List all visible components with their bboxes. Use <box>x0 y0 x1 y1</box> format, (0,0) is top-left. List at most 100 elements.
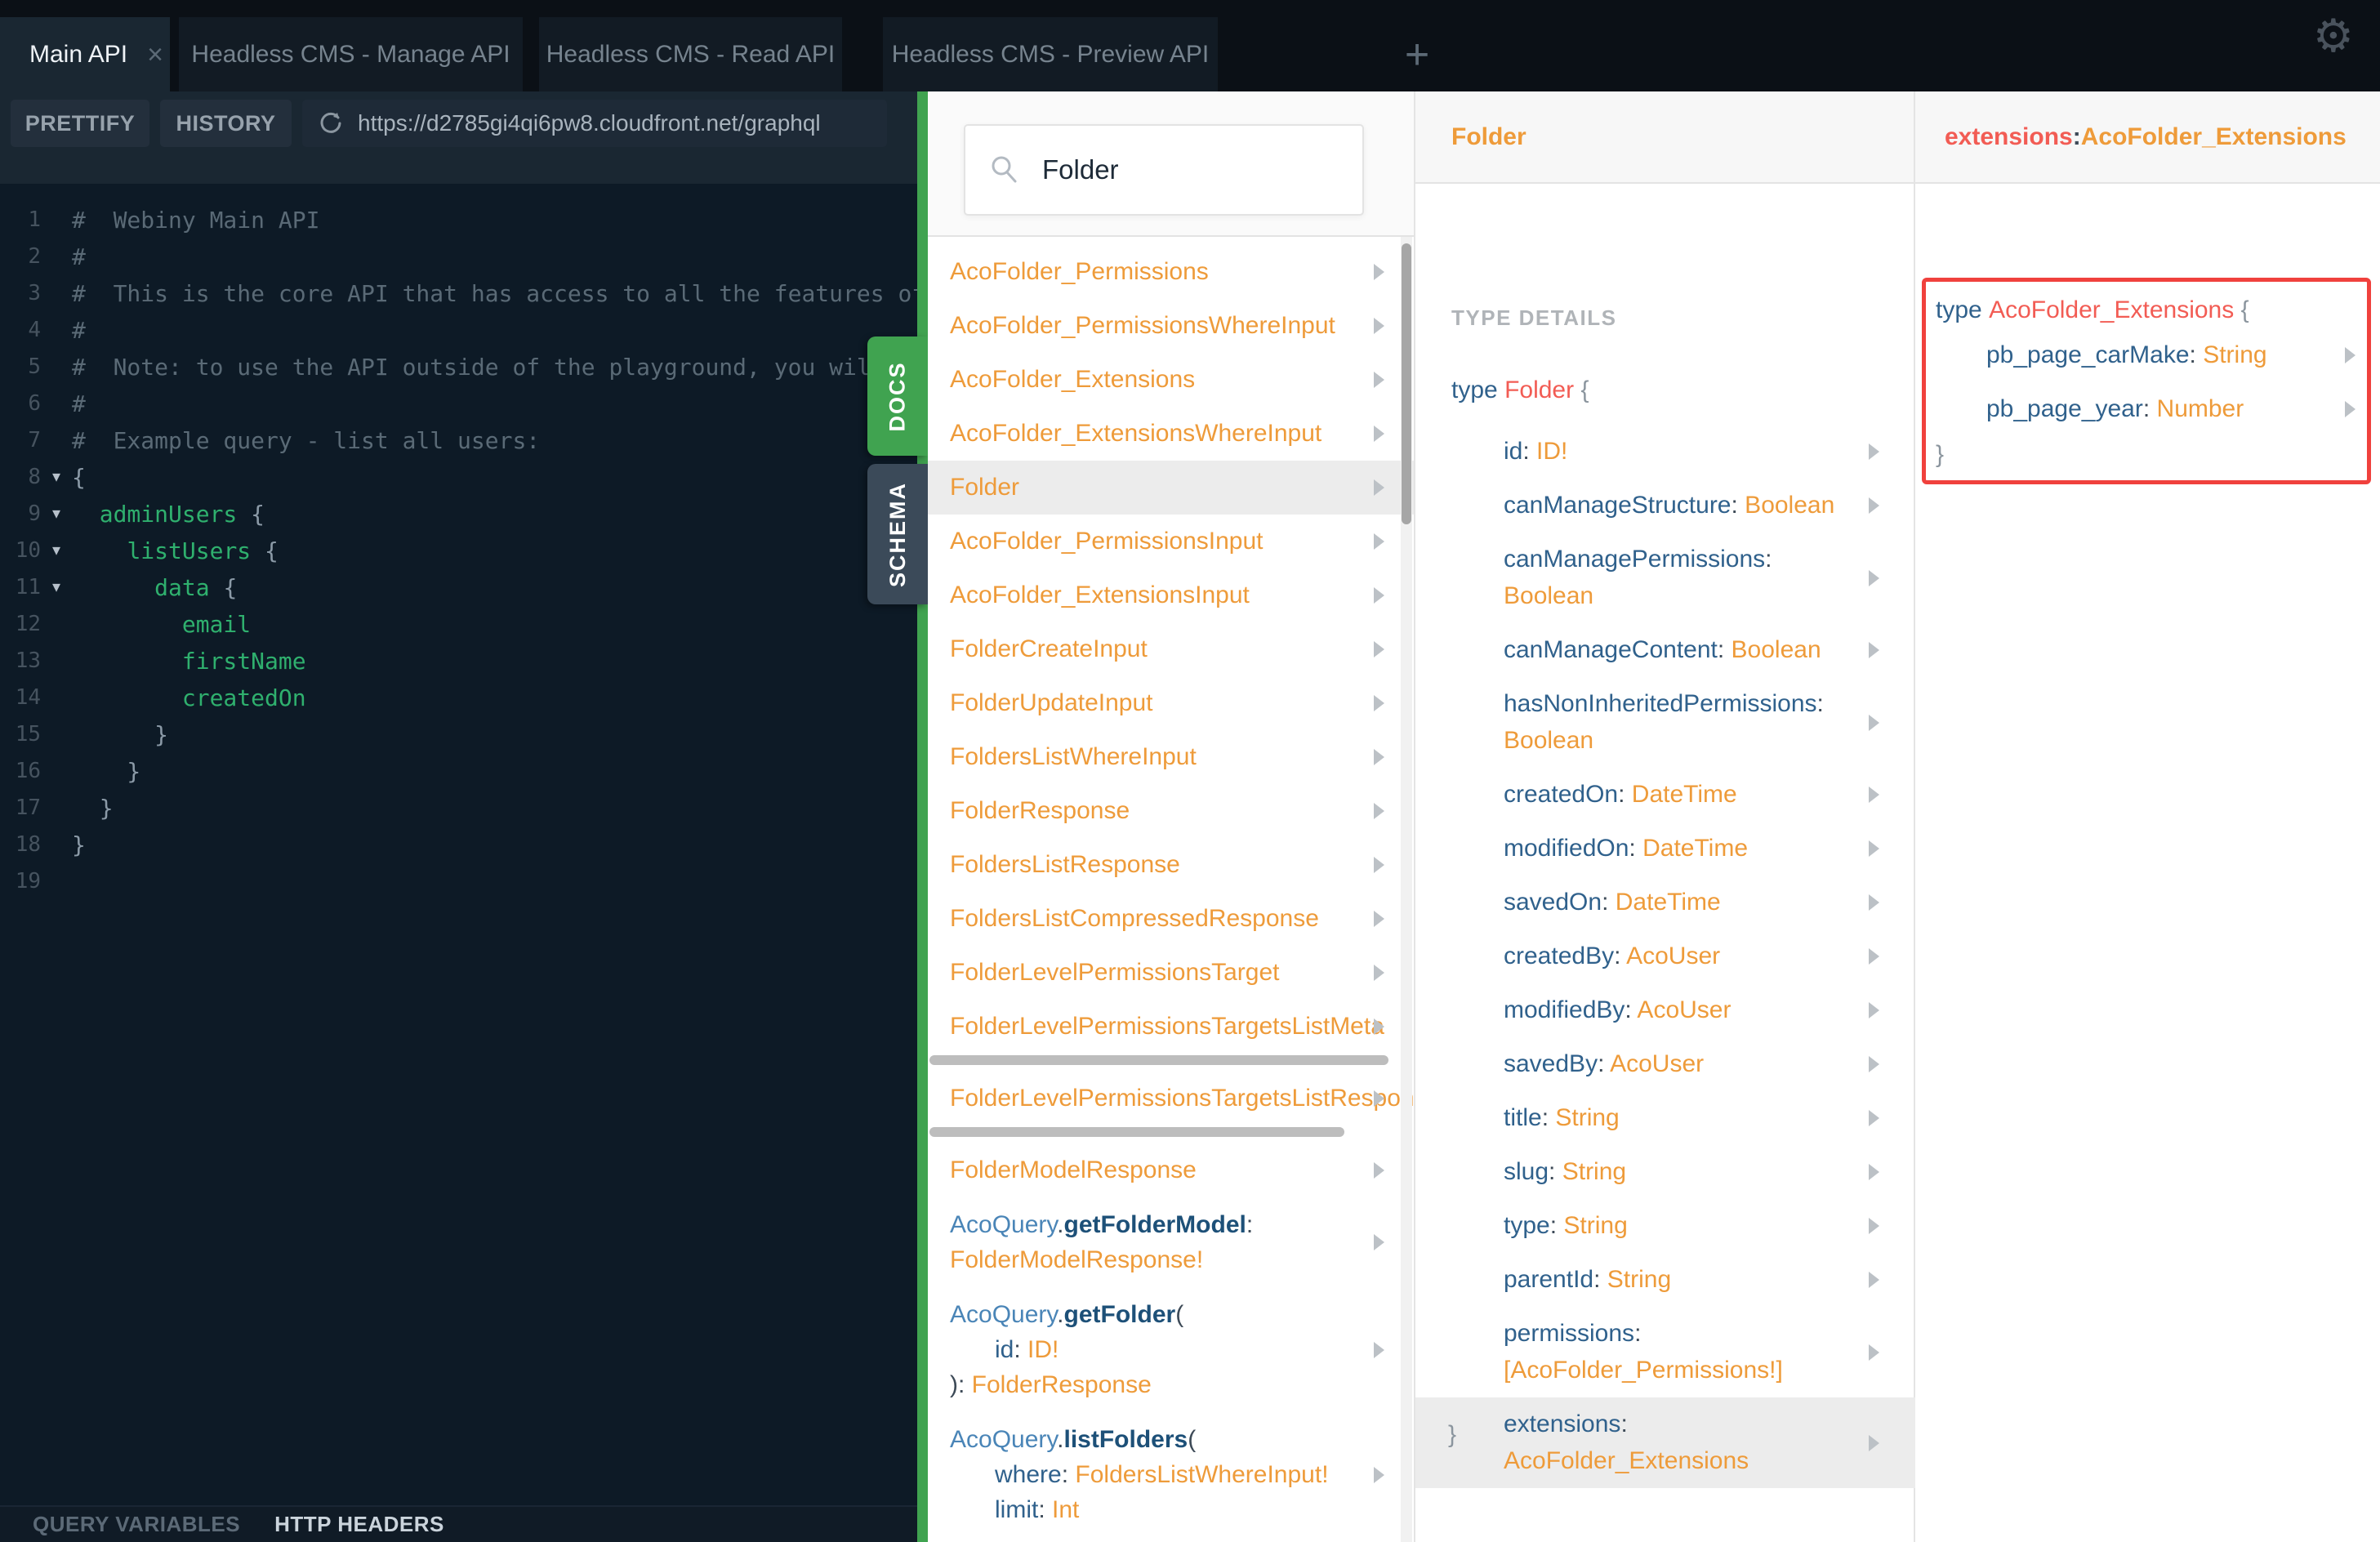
docs-item-line: ): FolderResponse <box>950 1371 1152 1398</box>
history-button[interactable]: HISTORY <box>160 100 292 147</box>
field-row[interactable]: parentId: String <box>1415 1253 1915 1307</box>
tab-headless-cms-preview-api[interactable]: Headless CMS - Preview API <box>883 17 1218 91</box>
search-icon <box>992 156 1017 183</box>
code-line: 3 # This is the core API that has access … <box>28 280 917 307</box>
docs-item[interactable]: AcoQuery.getFolderModel: FolderModelRespo… <box>928 1197 1414 1287</box>
folder-panel-header: Folder <box>1415 91 1914 184</box>
chevron-right-icon <box>1374 1090 1384 1107</box>
panel-divider[interactable] <box>917 91 928 1542</box>
chevron-right-icon <box>1869 787 1879 803</box>
chevron-right-icon <box>1374 264 1384 280</box>
close-tab-icon[interactable]: × <box>147 41 163 69</box>
code-line: 7 # Example query - list all users: <box>28 427 541 454</box>
field-row[interactable]: modifiedOn: DateTime <box>1415 822 1915 876</box>
field-row[interactable]: canManagePermissions: Boolean <box>1415 533 1915 623</box>
docs-item[interactable]: AcoFolder_PermissionsWhereInput <box>928 299 1414 353</box>
field-row[interactable]: pb_page_year: Number <box>1926 382 2367 436</box>
field-row[interactable]: createdOn: DateTime <box>1415 768 1915 822</box>
prettify-button[interactable]: PRETTIFY <box>11 100 149 147</box>
docs-item[interactable]: FolderLevelPermissionsTargetsListRespons… <box>928 1072 1414 1125</box>
query-variables-tab[interactable]: QUERY VARIABLES <box>33 1512 240 1537</box>
field-row[interactable]: extensions: AcoFolder_Extensions <box>1415 1397 1915 1488</box>
code-line: 16 } <box>15 758 141 785</box>
docs-item[interactable]: AcoFolder_PermissionsInput <box>928 515 1414 568</box>
docs-item-line: where: FoldersListWhereInput! <box>995 1461 1329 1488</box>
field-row[interactable]: canManageContent: Boolean <box>1415 623 1915 677</box>
field-row[interactable]: permissions: [AcoFolder_Permissions!] <box>1415 1307 1915 1397</box>
horizontal-scrollbar[interactable] <box>929 1055 1388 1065</box>
tab-headless-cms-read-api[interactable]: Headless CMS - Read API <box>539 17 842 91</box>
docs-item[interactable]: AcoFolder_ExtensionsWhereInput <box>928 407 1414 461</box>
chevron-right-icon <box>1869 1218 1879 1234</box>
editor-bottom-bar: QUERY VARIABLES HTTP HEADERS <box>0 1505 917 1542</box>
chevron-right-icon <box>1869 642 1879 658</box>
docs-item[interactable]: Folder <box>928 461 1414 515</box>
chevron-right-icon <box>1869 443 1879 460</box>
docs-search-section <box>928 91 1414 237</box>
new-tab-button[interactable]: + <box>1388 17 1446 91</box>
editor-toolbar: PRETTIFY HISTORY https://d2785gi4qi6pw8.… <box>0 91 917 184</box>
docs-scrollbar[interactable] <box>1401 237 1412 1542</box>
settings-gear-icon[interactable]: ⚙ <box>2313 13 2354 59</box>
type-declaration: type AcoFolder_Extensions { <box>1936 296 2249 323</box>
docs-item-line: limit: Int <box>995 1496 1080 1523</box>
schema-side-tab[interactable]: SCHEMA <box>867 464 928 604</box>
horizontal-scrollbar[interactable] <box>929 1127 1344 1137</box>
code-line: 5 # Note: to use the API outside of the p… <box>28 354 917 381</box>
field-row[interactable]: id: ID! <box>1415 425 1915 479</box>
chevron-right-icon <box>1869 1056 1879 1072</box>
code-line: 2 # <box>28 243 86 270</box>
tab-headless-cms-manage-api[interactable]: Headless CMS - Manage API <box>179 17 523 91</box>
field-row[interactable]: pb_page_carMake: String <box>1926 328 2367 382</box>
docs-item[interactable]: FolderResponse <box>928 784 1414 838</box>
field-row[interactable]: type: String <box>1415 1199 1915 1253</box>
docs-item[interactable]: FolderCreateInput <box>928 622 1414 676</box>
chevron-right-icon <box>2345 347 2355 363</box>
docs-item[interactable]: FoldersListWhereInput <box>928 730 1414 784</box>
docs-item[interactable]: AcoQuery.listFolders( where: FoldersListW… <box>928 1412 1414 1537</box>
docs-item-line: AcoQuery.getFolderModel: <box>950 1211 1254 1238</box>
http-headers-tab[interactable]: HTTP HEADERS <box>274 1512 444 1537</box>
docs-item[interactable]: AcoFolder_Permissions <box>928 245 1414 299</box>
field-row[interactable]: hasNonInheritedPermissions: Boolean <box>1415 677 1915 768</box>
docs-item[interactable]: FoldersListCompressedResponse <box>928 892 1414 946</box>
type-declaration: type Folder { <box>1451 377 1589 403</box>
chevron-right-icon <box>2345 401 2355 417</box>
docs-item[interactable]: FolderUpdateInput <box>928 676 1414 730</box>
code-line: 17 } <box>15 795 114 822</box>
field-row[interactable]: modifiedBy: AcoUser <box>1415 983 1915 1037</box>
chevron-right-icon <box>1869 497 1879 514</box>
docs-item[interactable]: AcoFolder_ExtensionsInput <box>928 568 1414 622</box>
endpoint-url: https://d2785gi4qi6pw8.cloudfront.net/gr… <box>358 110 821 136</box>
docs-scrollbar-thumb[interactable] <box>1402 243 1411 524</box>
query-editor[interactable]: 1 # Webiny Main API 2 # 3 # This is the core … <box>0 184 917 1505</box>
docs-search-box[interactable] <box>964 124 1364 216</box>
docs-item[interactable]: AcoQuery.getFolder(id: ID!): FolderRespo… <box>928 1287 1414 1412</box>
field-row[interactable]: canManageStructure: Boolean <box>1415 479 1915 533</box>
docs-item[interactable]: AcoFolder_Extensions <box>928 353 1414 407</box>
code-line: 13 firstName <box>15 648 306 675</box>
field-row[interactable]: slug: String <box>1415 1145 1915 1199</box>
docs-item[interactable]: FoldersListResponse <box>928 838 1414 892</box>
field-row[interactable]: title: String <box>1415 1091 1915 1145</box>
chevron-right-icon <box>1869 569 1879 586</box>
docs-search-input[interactable] <box>1042 154 1339 185</box>
extensions-field-name: extensions <box>1945 123 2073 150</box>
docs-item-line: id: ID! <box>995 1336 1059 1363</box>
field-row[interactable]: savedOn: DateTime <box>1415 876 1915 929</box>
chevron-right-icon <box>1374 479 1384 496</box>
tab-main-api[interactable]: Main API × <box>0 17 170 91</box>
chevron-right-icon <box>1869 1434 1879 1451</box>
docs-item[interactable]: FolderLevelPermissionsTarget <box>928 946 1414 1000</box>
docs-item[interactable]: FolderModelResponse <box>928 1143 1414 1197</box>
code-line: 12 email <box>15 611 252 638</box>
folder-fields: id: ID! canManageStructure: Boolean canMan… <box>1415 425 1915 1488</box>
field-row[interactable]: createdBy: AcoUser <box>1415 929 1915 983</box>
docs-item-line: AcoQuery.listFolders( <box>950 1426 1197 1453</box>
docs-side-tab[interactable]: DOCS <box>867 336 928 456</box>
code-line: 1 # Webiny Main API <box>28 207 320 234</box>
field-row[interactable]: savedBy: AcoUser <box>1415 1037 1915 1091</box>
docs-item[interactable]: FolderLevelPermissionsTargetsListMeta <box>928 1000 1414 1054</box>
endpoint-url-bar[interactable]: https://d2785gi4qi6pw8.cloudfront.net/gr… <box>302 100 887 147</box>
chevron-right-icon <box>1374 911 1384 927</box>
